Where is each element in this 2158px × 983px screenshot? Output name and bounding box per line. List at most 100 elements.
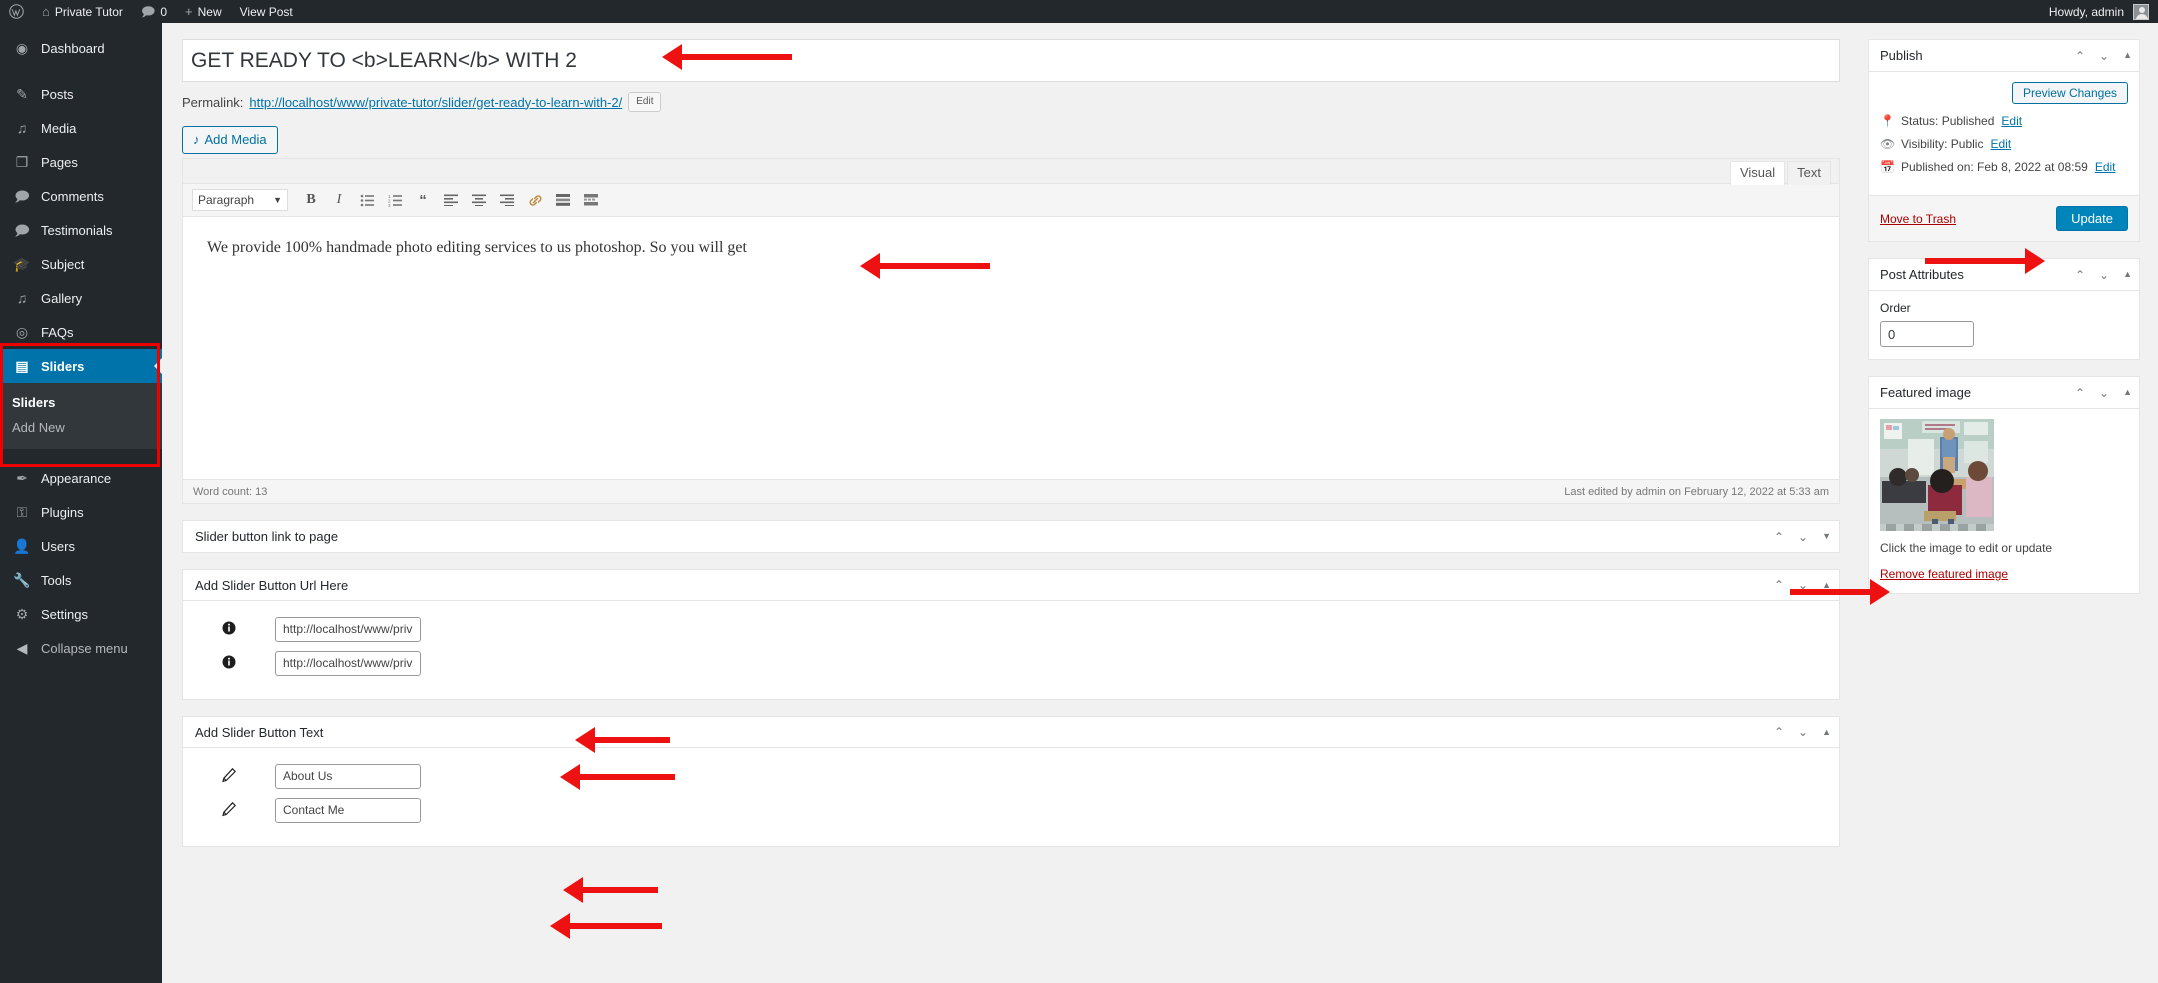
published-text: Published on: Feb 8, 2022 at 08:59: [1901, 160, 2088, 174]
move-up-icon[interactable]: ⌃: [1774, 726, 1784, 738]
account-menu[interactable]: Howdy, admin: [2040, 0, 2158, 23]
new-content-button[interactable]: + New: [176, 0, 231, 23]
sidebar-item-pages[interactable]: ❐ Pages: [0, 145, 162, 179]
slider-text-row-1: [183, 762, 1839, 790]
align-right-icon[interactable]: [494, 187, 520, 213]
visibility-text: Visibility: Public: [1901, 137, 1984, 151]
status-edit-link[interactable]: Edit: [2001, 114, 2022, 128]
metabox-controls: ⌃ ⌄ ▲: [1774, 579, 1831, 591]
site-name-button[interactable]: ⌂ Private Tutor: [33, 0, 132, 23]
metabox-header[interactable]: Add Slider Button Text ⌃ ⌄ ▲: [183, 717, 1839, 748]
sidebar-item-subject[interactable]: 🎓 Subject: [0, 247, 162, 281]
italic-icon[interactable]: I: [326, 187, 352, 213]
metabox-body: [183, 601, 1839, 699]
submenu-item-add-new[interactable]: Add New: [0, 415, 162, 440]
move-down-icon[interactable]: ⌄: [1798, 579, 1808, 591]
order-label: Order: [1880, 301, 1911, 315]
wp-logo-button[interactable]: [0, 0, 33, 23]
sidebar-item-dashboard[interactable]: ◉ Dashboard: [0, 31, 162, 65]
move-down-icon[interactable]: ⌄: [1798, 726, 1808, 738]
sidebar-item-label: Posts: [41, 86, 74, 102]
sidebar-item-plugins[interactable]: ⚿ Plugins: [0, 495, 162, 529]
sidebar-item-media[interactable]: ♫ Media: [0, 111, 162, 145]
sidebar-item-users[interactable]: 👤 Users: [0, 529, 162, 563]
permalink-row: Permalink: http://localhost/www/private-…: [182, 92, 1850, 112]
triangle-up-icon[interactable]: ▲: [2123, 51, 2132, 60]
blockquote-icon[interactable]: “: [410, 187, 436, 213]
info-icon: [183, 655, 275, 672]
tab-text[interactable]: Text: [1787, 161, 1831, 185]
info-icon: [183, 621, 275, 638]
bulleted-list-icon[interactable]: [354, 187, 380, 213]
testimonials-icon: 🗩: [14, 222, 30, 238]
slider-text-input-1[interactable]: [275, 763, 421, 789]
move-up-icon[interactable]: ⌃: [2075, 50, 2085, 62]
triangle-down-icon[interactable]: ▼: [1822, 532, 1831, 541]
move-down-icon[interactable]: ⌄: [2099, 269, 2109, 281]
post-title-input[interactable]: [182, 39, 1840, 82]
insert-link-icon[interactable]: [522, 187, 548, 213]
chevron-down-icon: ▼: [273, 195, 282, 205]
sidebar-item-comments[interactable]: 🗩 Comments: [0, 179, 162, 213]
editor-content-area[interactable]: We provide 100% handmade photo editing s…: [183, 217, 1839, 479]
move-to-trash-link[interactable]: Move to Trash: [1880, 212, 1956, 226]
move-up-icon[interactable]: ⌃: [1774, 579, 1784, 591]
remove-featured-image-link[interactable]: Remove featured image: [1880, 567, 2128, 581]
pin-marker-icon: 📍: [1880, 114, 1895, 128]
slider-url-input-2[interactable]: [275, 650, 421, 676]
metabox-controls: ⌃ ⌄ ▼: [1774, 531, 1831, 543]
site-name-label: Private Tutor: [54, 4, 123, 19]
pencil-icon: [183, 767, 275, 786]
visibility-edit-link[interactable]: Edit: [1990, 137, 2011, 151]
sidebar-item-sliders[interactable]: ▤ Sliders: [0, 349, 162, 383]
editor-status-bar: Word count: 13 Last edited by admin on F…: [183, 479, 1839, 503]
publish-panel-header: Publish ⌃ ⌄ ▲: [1869, 40, 2139, 72]
align-center-icon[interactable]: [466, 187, 492, 213]
numbered-list-icon[interactable]: 123: [382, 187, 408, 213]
move-down-icon[interactable]: ⌄: [2099, 387, 2109, 399]
move-up-icon[interactable]: ⌃: [2075, 387, 2085, 399]
slider-text-input-2[interactable]: [275, 797, 421, 823]
sidebar-item-posts[interactable]: ✎ Posts: [0, 77, 162, 111]
read-more-icon[interactable]: [550, 187, 576, 213]
sidebar-item-testimonials[interactable]: 🗩 Testimonials: [0, 213, 162, 247]
classroom-photo-thumbnail[interactable]: [1880, 419, 1994, 531]
metabox-header[interactable]: Add Slider Button Url Here ⌃ ⌄ ▲: [183, 570, 1839, 601]
media-icon: ♫: [16, 120, 28, 136]
move-down-icon[interactable]: ⌄: [1798, 531, 1808, 543]
triangle-up-icon[interactable]: ▲: [1822, 580, 1831, 590]
comment-icon: 🗩: [14, 188, 30, 204]
sidebar-item-gallery[interactable]: ♫ Gallery: [0, 281, 162, 315]
move-up-icon[interactable]: ⌃: [1774, 531, 1784, 543]
sidebar-item-appearance[interactable]: ✒ Appearance: [0, 461, 162, 495]
permalink-edit-button[interactable]: Edit: [628, 92, 662, 112]
bold-icon[interactable]: B: [298, 187, 324, 213]
metabox-header[interactable]: Slider button link to page ⌃ ⌄ ▼: [183, 521, 1839, 552]
sidebar-item-settings[interactable]: ⚙ Settings: [0, 597, 162, 631]
permalink-url-link[interactable]: http://localhost/www/private-tutor/slide…: [249, 95, 622, 110]
comments-button[interactable]: 🗩 0: [132, 0, 176, 23]
move-up-icon[interactable]: ⌃: [2075, 269, 2085, 281]
sidebar-item-tools[interactable]: 🔧 Tools: [0, 563, 162, 597]
triangle-up-icon[interactable]: ▲: [1822, 727, 1831, 737]
triangle-up-icon[interactable]: ▲: [2123, 388, 2132, 397]
order-input[interactable]: [1880, 321, 1974, 347]
published-edit-link[interactable]: Edit: [2095, 160, 2116, 174]
sidebar-item-faqs[interactable]: ◎ FAQs: [0, 315, 162, 349]
slider-url-input-1[interactable]: [275, 616, 421, 642]
preview-changes-button[interactable]: Preview Changes: [2011, 82, 2128, 104]
paragraph-format-select[interactable]: Paragraph ▼: [192, 189, 288, 211]
update-button[interactable]: Update: [2056, 206, 2128, 231]
add-media-button[interactable]: ♪ Add Media: [182, 126, 278, 154]
move-down-icon[interactable]: ⌄: [2099, 50, 2109, 62]
align-left-icon[interactable]: [438, 187, 464, 213]
media-add-icon: ♪: [193, 132, 200, 147]
tab-visual[interactable]: Visual: [1729, 161, 1786, 185]
view-post-button[interactable]: View Post: [231, 0, 302, 23]
brush-icon: ✒: [16, 470, 28, 486]
toolbar-toggle-icon[interactable]: [578, 187, 604, 213]
collapse-menu-button[interactable]: ◀ Collapse menu: [0, 631, 162, 665]
editor-toolbar: Paragraph ▼ B I 123 “: [183, 183, 1839, 217]
triangle-up-icon[interactable]: ▲: [2123, 270, 2132, 279]
submenu-item-sliders[interactable]: Sliders: [0, 390, 162, 415]
